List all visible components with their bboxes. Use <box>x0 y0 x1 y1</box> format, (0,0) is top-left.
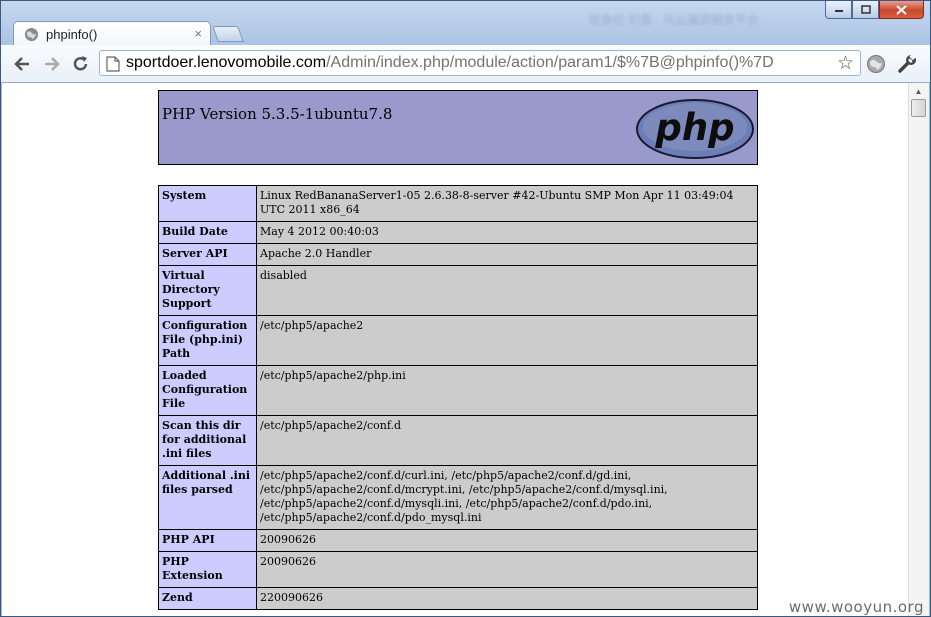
row-value: /etc/php5/apache2 <box>256 315 758 366</box>
table-row: Loaded Configuration File/etc/php5/apach… <box>158 365 758 416</box>
row-value: 20090626 <box>256 551 758 588</box>
row-label: Server API <box>158 243 257 266</box>
maximize-icon <box>860 5 871 14</box>
globe-favicon-icon <box>24 27 39 42</box>
table-row: System Linux RedBananaServer1-05 2.6.38-8… <box>158 185 758 222</box>
tab-title: phpinfo() <box>46 27 98 42</box>
minimize-button[interactable] <box>825 1 852 19</box>
row-value: /etc/php5/apache2/conf.d <box>256 415 758 466</box>
row-value: May 4 2012 00:40:03 <box>256 221 758 244</box>
reload-button[interactable] <box>70 53 92 75</box>
close-window-button[interactable] <box>879 1 924 19</box>
table-row: Additional .ini files parsed/etc/php5/ap… <box>158 465 758 530</box>
tab-close-icon[interactable]: × <box>194 26 202 41</box>
watermark: www.wooyun.org <box>788 598 924 616</box>
back-button[interactable] <box>11 53 33 75</box>
row-label: PHP Extension <box>158 551 257 588</box>
wrench-icon <box>898 54 916 73</box>
table-row: Scan this dir for additional .ini files /… <box>158 415 758 466</box>
scrollbar-thumb[interactable] <box>911 99 926 117</box>
url-path: /Admin/index.php/module/action/param1/$%… <box>326 54 774 71</box>
window-controls <box>825 1 924 19</box>
table-row: PHP API 20090626 <box>158 529 758 552</box>
table-row: Configuration File (php.ini) Path/etc/ph… <box>158 315 758 366</box>
php-info-table: System Linux RedBananaServer1-05 2.6.38-8… <box>158 185 758 610</box>
php-version-header: PHP Version 5.3.5-1ubuntu7.8 php <box>158 90 758 165</box>
url-text: sportdoer.lenovomobile.com/Admin/index.p… <box>126 54 774 72</box>
globe-icon <box>867 55 885 73</box>
table-row: Zend 220090626 <box>158 587 758 610</box>
close-icon <box>896 4 907 15</box>
row-label: Virtual Directory Support <box>158 265 257 316</box>
extension-globe-button[interactable] <box>865 53 887 75</box>
row-label: PHP API <box>158 529 257 552</box>
url-host: sportdoer.lenovomobile.com <box>126 54 327 71</box>
browser-window: 吃鱼吃 钓鱼 · 乌云漏洞报告平台 phpinfo() × sportdoer.… <box>0 0 931 617</box>
php-version-title: PHP Version 5.3.5-1ubuntu7.8 <box>162 105 393 123</box>
new-tab-button[interactable] <box>212 26 244 42</box>
table-row: Virtual Directory Support disabled <box>158 265 758 316</box>
row-value: 20090626 <box>256 529 758 552</box>
settings-button[interactable] <box>896 53 918 75</box>
maximize-button[interactable] <box>852 1 879 19</box>
scroll-up-arrow-icon[interactable]: ▲ <box>911 84 926 98</box>
table-row: Server API Apache 2.0 Handler <box>158 243 758 266</box>
vertical-scrollbar[interactable]: ▲ <box>908 83 929 616</box>
minimize-icon <box>834 9 843 12</box>
browser-toolbar: sportdoer.lenovomobile.com/Admin/index.p… <box>1 45 930 83</box>
php-logo: php <box>636 99 754 159</box>
row-label: Additional .ini files parsed <box>158 465 257 530</box>
row-label: Configuration File (php.ini) Path <box>158 315 257 366</box>
bookmark-star-icon[interactable]: ☆ <box>837 52 854 75</box>
tab-phpinfo[interactable]: phpinfo() × <box>13 21 211 46</box>
row-value: Linux RedBananaServer1-05 2.6.38-8-serve… <box>256 185 758 222</box>
table-row: Build Date May 4 2012 00:40:03 <box>158 221 758 244</box>
page-content: PHP Version 5.3.5-1ubuntu7.8 php System L… <box>2 83 908 616</box>
row-value: /etc/php5/apache2/conf.d/curl.ini, /etc/… <box>256 465 758 530</box>
window-title: 吃鱼吃 钓鱼 · 乌云漏洞报告平台 <box>589 13 759 27</box>
row-value: Apache 2.0 Handler <box>256 243 758 266</box>
table-row: PHP Extension 20090626 <box>158 551 758 588</box>
php-logo-text: php <box>654 106 734 149</box>
page-icon <box>106 56 120 72</box>
row-value: 220090626 <box>256 587 758 610</box>
address-bar[interactable]: sportdoer.lenovomobile.com/Admin/index.p… <box>99 50 861 76</box>
back-arrow-icon <box>14 57 29 71</box>
row-label: Zend <box>158 587 257 610</box>
forward-arrow-icon <box>45 57 60 71</box>
row-label: System <box>158 185 257 222</box>
row-label: Loaded Configuration File <box>158 365 257 416</box>
row-label: Build Date <box>158 221 257 244</box>
row-label: Scan this dir for additional .ini files <box>158 415 257 466</box>
row-value: /etc/php5/apache2/php.ini <box>256 365 758 416</box>
forward-button[interactable] <box>41 53 63 75</box>
row-value: disabled <box>256 265 758 316</box>
reload-icon <box>73 56 88 71</box>
